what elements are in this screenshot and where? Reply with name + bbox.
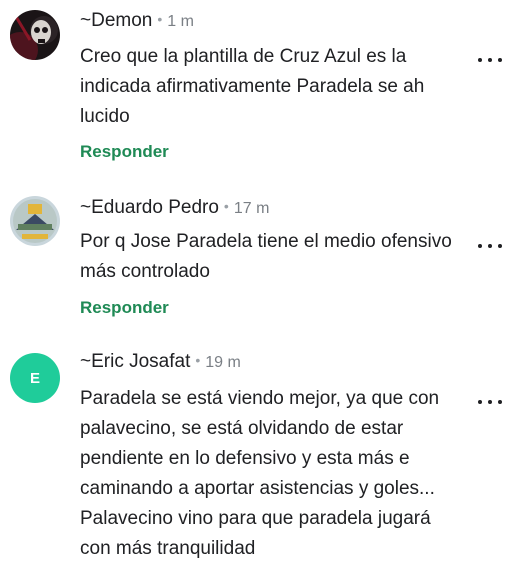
separator-dot: • bbox=[157, 11, 163, 27]
skull-avatar-image bbox=[10, 10, 60, 60]
more-options-icon[interactable] bbox=[478, 54, 502, 66]
comment-header: ~Demon • 1 m bbox=[80, 10, 194, 32]
reply-button[interactable]: Responder bbox=[80, 142, 169, 162]
timestamp: 17 m bbox=[233, 200, 270, 217]
author-name[interactable]: ~Demon bbox=[80, 10, 152, 31]
more-options-icon[interactable] bbox=[478, 240, 502, 252]
comment-text: Creo que la plantilla de Cruz Azul es la… bbox=[80, 46, 425, 127]
reply-button[interactable]: Responder bbox=[80, 298, 169, 318]
separator-dot: • bbox=[223, 198, 229, 214]
comment-header: ~Eric Josafat • 19 m bbox=[80, 351, 241, 373]
timestamp: 19 m bbox=[205, 354, 241, 371]
comment-text: Por q Jose Paradela tiene el medio ofens… bbox=[80, 231, 452, 282]
comment-text: Paradela se está viendo mejor, ya que co… bbox=[80, 388, 440, 559]
more-options-icon[interactable] bbox=[478, 396, 502, 408]
avatar[interactable] bbox=[10, 196, 60, 246]
author-name[interactable]: ~Eduardo Pedro bbox=[80, 197, 219, 218]
comment-header: ~Eduardo Pedro • 17 m bbox=[80, 197, 269, 219]
separator-dot: • bbox=[195, 352, 201, 368]
timestamp: 1 m bbox=[167, 13, 194, 30]
author-name[interactable]: ~Eric Josafat bbox=[80, 351, 190, 372]
badge-avatar-image bbox=[10, 196, 60, 246]
avatar[interactable]: E bbox=[10, 353, 60, 403]
avatar[interactable] bbox=[10, 10, 60, 60]
